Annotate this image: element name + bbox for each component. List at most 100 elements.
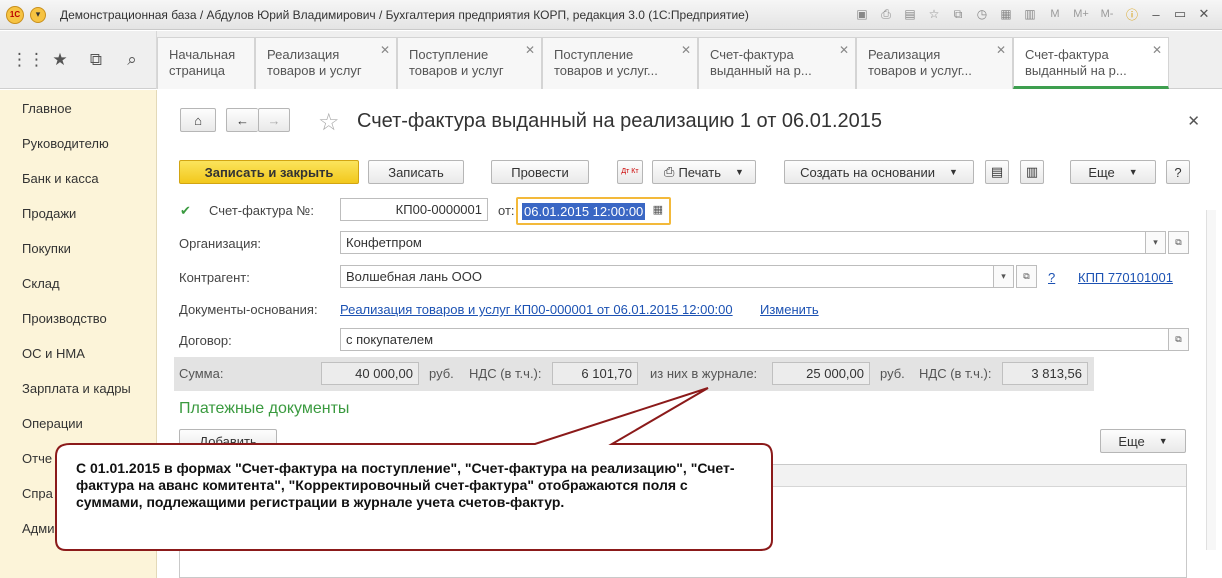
sidebar-item-main[interactable]: Главное [22, 101, 72, 116]
close-tab-icon[interactable]: ✕ [1152, 42, 1162, 58]
sidebar-item-assets[interactable]: ОС и НМА [22, 346, 85, 361]
post-button[interactable]: Провести [491, 160, 589, 184]
memory-plus-button[interactable]: M+ [1070, 4, 1092, 24]
print-icon[interactable]: ⎙ [876, 4, 896, 24]
date-from-label: от: [498, 203, 515, 218]
sidebar-item-purchases[interactable]: Покупки [22, 241, 71, 256]
sidebar-item-references[interactable]: Спра [22, 486, 53, 501]
close-tab-icon[interactable]: ✕ [996, 42, 1006, 58]
link-icon[interactable]: ⧉ [948, 4, 968, 24]
forward-button[interactable]: → [258, 108, 290, 132]
tab-sales-1[interactable]: ✕ Реализация товаров и услуг [255, 37, 397, 89]
help-button[interactable]: ? [1166, 160, 1190, 184]
save-icon[interactable]: ▣ [852, 4, 872, 24]
dropdown-icon[interactable]: ▾ [1145, 231, 1166, 254]
sidebar-item-operations[interactable]: Операции [22, 416, 83, 431]
base-document-link[interactable]: Реализация товаров и услуг КП00-000001 о… [340, 302, 733, 317]
dtkt-icon: Дт Кт [621, 168, 639, 175]
sidebar-item-manager[interactable]: Руководителю [22, 136, 109, 151]
memory-minus-button[interactable]: M- [1096, 4, 1118, 24]
apps-grid-icon[interactable]: ⋮⋮ [11, 50, 45, 70]
contract-field[interactable]: с покупателем [340, 328, 1169, 351]
favorites-star-icon[interactable]: ★ [47, 50, 73, 70]
sidebar-item-sales[interactable]: Продажи [22, 206, 76, 221]
sum-label: Сумма: [179, 366, 224, 381]
info-icon[interactable]: ⓘ [1122, 4, 1142, 24]
counterparty-field[interactable]: Волшебная лань ООО [340, 265, 994, 288]
calc-icon[interactable]: ▦ [996, 4, 1016, 24]
tab-invoice-active[interactable]: ✕ Счет-фактура выданный на р... [1013, 37, 1169, 89]
tab-receipt-2[interactable]: ✕ Поступление товаров и услуг... [542, 37, 698, 89]
favorite-star-icon[interactable]: ☆ [318, 108, 340, 137]
register-icon-button[interactable]: ▥ [1020, 160, 1044, 184]
organization-field[interactable]: Конфетпром [340, 231, 1146, 254]
sidebar-item-warehouse[interactable]: Склад [22, 276, 60, 291]
sidebar-item-bank[interactable]: Банк и касса [22, 171, 99, 186]
tab-label-line2: товаров и услуг... [554, 63, 658, 78]
change-link[interactable]: Изменить [760, 302, 819, 317]
sidebar-item-reports[interactable]: Отче [22, 451, 52, 466]
close-tab-icon[interactable]: ✕ [681, 42, 691, 58]
back-button[interactable]: ← [226, 108, 258, 132]
create-based-on-button[interactable]: Создать на основании ▼ [784, 160, 974, 184]
sidebar-item-production[interactable]: Производство [22, 311, 107, 326]
open-icon[interactable]: ⧉ [1016, 265, 1037, 288]
chevron-down-icon: ▼ [948, 167, 958, 177]
favorites-icon[interactable]: ☆ [924, 4, 944, 24]
memory-m-button[interactable]: M [1044, 4, 1066, 24]
app-logo-icon[interactable]: 1С [6, 5, 24, 24]
help-link[interactable]: ? [1048, 270, 1055, 285]
add-button[interactable]: Добавить [179, 429, 277, 453]
form-scrollbar[interactable] [1206, 210, 1216, 550]
close-tab-icon[interactable]: ✕ [380, 42, 390, 58]
callout-text: С 01.01.2015 в формах "Счет-фактура на п… [76, 460, 735, 510]
printer-icon: ⎙ [664, 164, 675, 179]
tab-receipt-1[interactable]: ✕ Поступление товаров и услуг [397, 37, 542, 89]
close-form-icon[interactable]: ✕ [1187, 112, 1200, 130]
print-button[interactable]: ⎙ Печать ▼ [652, 160, 756, 184]
sidebar-item-admin[interactable]: Адми [22, 521, 54, 536]
calendar-icon[interactable]: ▥ [1020, 4, 1040, 24]
kpp-link[interactable]: КПП 770101001 [1078, 270, 1173, 285]
more-button[interactable]: Еще ▼ [1070, 160, 1156, 184]
history-icon[interactable]: ◷ [972, 4, 992, 24]
tab-invoice-1[interactable]: ✕ Счет-фактура выданный на р... [698, 37, 856, 89]
journal-vat-label: НДС (в т.ч.): [919, 366, 992, 381]
minimize-icon[interactable]: – [1146, 5, 1166, 23]
more-label: Еще [1118, 433, 1145, 449]
print-label: Печать [678, 164, 722, 180]
dropdown-icon[interactable]: ▾ [993, 265, 1014, 288]
home-button[interactable]: ⌂ [180, 108, 216, 132]
preview-icon[interactable]: ▤ [900, 4, 920, 24]
save-and-close-button[interactable]: Записать и закрыть [179, 160, 359, 184]
close-window-icon[interactable]: ✕ [1194, 5, 1214, 23]
title-tools: ▣ ⎙ ▤ ☆ ⧉ ◷ ▦ ▥ M M+ M- ⓘ – ▭ ✕ [852, 4, 1214, 24]
maximize-icon[interactable]: ▭ [1170, 5, 1190, 23]
date-field[interactable]: 06.01.2015 12:00:00 ▦ [516, 197, 671, 225]
close-tab-icon[interactable]: ✕ [525, 42, 535, 58]
main-menu-chevron-icon[interactable]: ▾ [30, 6, 46, 23]
tab-label-line2: товаров и услуг [409, 63, 504, 78]
calendar-icon[interactable]: ▦ [653, 203, 663, 216]
journal-sum-field: 25 000,00 [772, 362, 870, 385]
close-tab-icon[interactable]: ✕ [839, 42, 849, 58]
tab-sales-2[interactable]: ✕ Реализация товаров и услуг... [856, 37, 1013, 89]
register-icon: ▥ [1025, 164, 1039, 179]
dtkt-button[interactable]: Дт Кт [617, 160, 643, 184]
tab-label-line2: выданный на р... [1025, 63, 1127, 78]
currency-label: руб. [429, 366, 454, 381]
arrow-right-icon: → [267, 112, 281, 128]
more-table-button[interactable]: Еще ▼ [1100, 429, 1186, 453]
open-icon[interactable]: ⧉ [1168, 231, 1189, 254]
open-icon[interactable]: ⧉ [1168, 328, 1189, 351]
history-icon[interactable]: ⧉ [83, 50, 109, 70]
search-icon[interactable]: ⌕ [119, 50, 145, 70]
tab-home[interactable]: Начальная страница [157, 37, 255, 89]
vat-field: 6 101,70 [552, 362, 638, 385]
document-icon-button[interactable]: ▤ [985, 160, 1009, 184]
form-title: Счет-фактура выданный на реализацию 1 от… [357, 110, 883, 132]
save-button[interactable]: Записать [368, 160, 464, 184]
sidebar-item-salary[interactable]: Зарплата и кадры [22, 381, 131, 396]
tab-label-line1: Поступление [554, 47, 634, 62]
number-field[interactable]: КП00-0000001 [340, 198, 488, 221]
